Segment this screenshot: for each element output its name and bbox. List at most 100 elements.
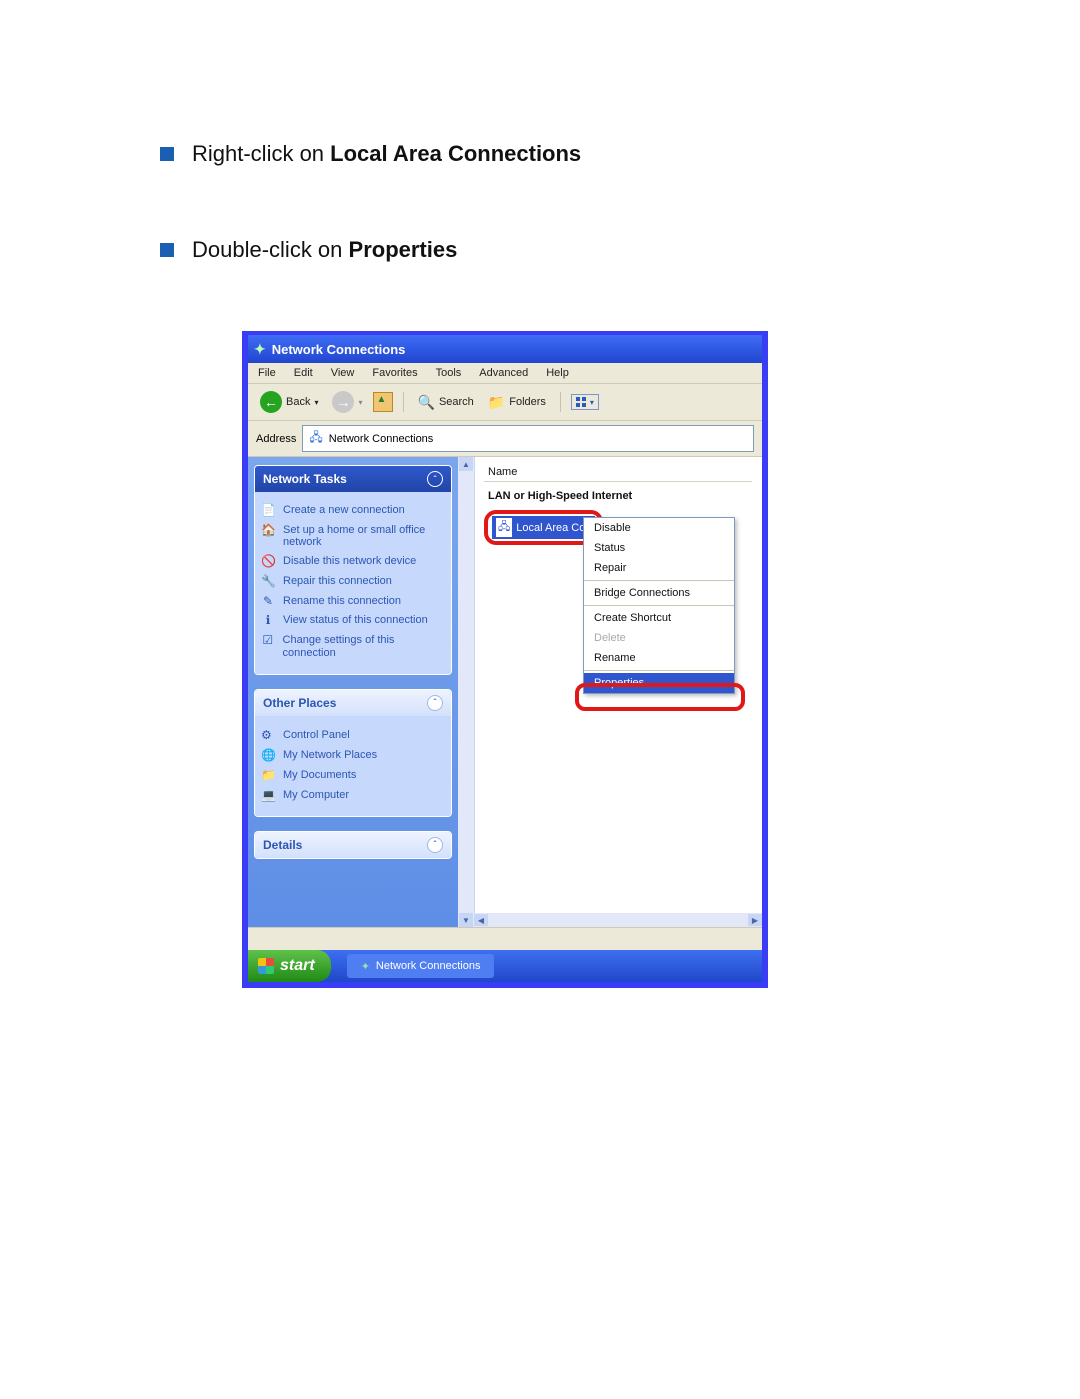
app-icon: ✦ <box>361 960 370 973</box>
sidebar: Network Tasks ˆ 📄Create a new connection… <box>248 457 458 927</box>
window-titlebar[interactable]: ✦ Network Connections <box>248 335 762 363</box>
menu-favorites[interactable]: Favorites <box>372 367 417 379</box>
task-icon: 🔧 <box>261 575 275 589</box>
ctx-rename[interactable]: Rename <box>584 648 734 668</box>
column-header-name[interactable]: Name <box>484 463 752 482</box>
task-icon: ℹ <box>261 614 275 628</box>
ctx-separator <box>584 580 734 581</box>
status-bar <box>248 927 762 950</box>
ctx-status[interactable]: Status <box>584 538 734 558</box>
task-icon: 📄 <box>261 504 275 518</box>
place-icon: 💻 <box>261 788 275 802</box>
scrollbar-horizontal[interactable]: ◀ ▶ <box>474 913 762 927</box>
back-icon: ← <box>260 391 282 413</box>
task-item[interactable]: 🏠Set up a home or small office network <box>261 524 445 549</box>
scroll-down-icon[interactable]: ▼ <box>459 913 473 927</box>
place-icon: ⚙ <box>261 728 275 742</box>
menu-help[interactable]: Help <box>546 367 569 379</box>
ctx-delete: Delete <box>584 628 734 648</box>
collapse-icon[interactable]: ˆ <box>427 471 443 487</box>
menu-bar[interactable]: File Edit View Favorites Tools Advanced … <box>248 363 762 383</box>
task-icon: ☑ <box>261 634 275 648</box>
address-icon: 🖧 <box>309 428 322 449</box>
scrollbar-vertical[interactable]: ▲ ▼ <box>458 457 475 927</box>
panel-other-places: Other Places ˆ ⚙Control Panel 🌐My Networ… <box>254 689 452 817</box>
panel-body-places: ⚙Control Panel 🌐My Network Places 📁My Do… <box>255 716 451 816</box>
task-item[interactable]: ✎Rename this connection <box>261 595 445 609</box>
task-icon: 🏠 <box>261 524 275 538</box>
panel-body-tasks: 📄Create a new connection 🏠Set up a home … <box>255 492 451 674</box>
address-bar: Address 🖧 Network Connections <box>248 421 762 457</box>
search-button[interactable]: 🔍 Search <box>414 392 478 413</box>
menu-tools[interactable]: Tools <box>436 367 462 379</box>
scroll-right-icon[interactable]: ▶ <box>748 914 762 926</box>
scroll-left-icon[interactable]: ◀ <box>474 914 488 926</box>
scroll-up-icon[interactable]: ▲ <box>459 457 473 471</box>
search-icon: 🔍 <box>418 394 435 411</box>
menu-advanced[interactable]: Advanced <box>479 367 528 379</box>
app-icon: ✦ <box>254 341 266 358</box>
dropdown-icon[interactable]: ▾ <box>314 398 318 407</box>
panel-head-tasks[interactable]: Network Tasks ˆ <box>255 466 451 492</box>
ctx-bridge[interactable]: Bridge Connections <box>584 583 734 603</box>
task-item[interactable]: ☑Change settings of this connection <box>261 634 445 659</box>
back-button[interactable]: ← Back ▾ <box>256 389 322 415</box>
content-area: Network Tasks ˆ 📄Create a new connection… <box>248 457 762 927</box>
ctx-separator <box>584 670 734 671</box>
task-icon: 🚫 <box>261 555 275 569</box>
connection-icon: 🖧 <box>496 518 512 537</box>
toolbar: ← Back ▾ → ▾ 🔍 Search 📁 Folders ▾ <box>248 383 762 421</box>
views-button[interactable]: ▾ <box>571 394 599 410</box>
ctx-disable[interactable]: Disable <box>584 518 734 538</box>
folders-button[interactable]: 📁 Folders <box>484 392 550 413</box>
address-value: Network Connections <box>329 433 434 445</box>
context-menu[interactable]: Disable Status Repair Bridge Connections… <box>583 517 735 694</box>
forward-button[interactable]: → ▾ <box>328 389 366 415</box>
task-item[interactable]: 📄Create a new connection <box>261 504 445 518</box>
place-item[interactable]: 💻My Computer <box>261 788 445 802</box>
bullet-icon <box>160 147 174 161</box>
task-item[interactable]: 🚫Disable this network device <box>261 555 445 569</box>
instruction-text: Right-click on Local Area Connections <box>192 140 581 168</box>
panel-head-details[interactable]: Details ˆ <box>255 832 451 858</box>
up-button[interactable] <box>373 392 393 412</box>
group-header: LAN or High-Speed Internet <box>488 490 752 502</box>
place-item[interactable]: ⚙Control Panel <box>261 728 445 742</box>
collapse-icon[interactable]: ˆ <box>427 837 443 853</box>
forward-icon: → <box>332 391 354 413</box>
bullet-icon <box>160 243 174 257</box>
ctx-separator <box>584 605 734 606</box>
main-list: ▲ ▼ Name LAN or High-Speed Internet 🖧 Lo… <box>458 457 762 927</box>
ctx-repair[interactable]: Repair <box>584 558 734 578</box>
menu-file[interactable]: File <box>258 367 276 379</box>
taskbar: start ✦ Network Connections <box>248 950 762 982</box>
instruction-2: Double-click on Properties <box>160 236 940 264</box>
task-item[interactable]: 🔧Repair this connection <box>261 575 445 589</box>
views-icon <box>576 397 586 407</box>
address-label: Address <box>256 433 296 445</box>
task-item[interactable]: ℹView status of this connection <box>261 614 445 628</box>
folders-icon: 📁 <box>488 394 505 411</box>
windows-flag-icon <box>258 958 274 974</box>
dropdown-icon: ▾ <box>590 398 594 407</box>
address-field[interactable]: 🖧 Network Connections <box>302 425 754 452</box>
screenshot-window: ✦ Network Connections File Edit View Fav… <box>242 331 768 988</box>
taskbar-app-tab[interactable]: ✦ Network Connections <box>347 954 495 978</box>
ctx-properties[interactable]: Properties <box>584 673 734 693</box>
task-icon: ✎ <box>261 595 275 609</box>
menu-view[interactable]: View <box>331 367 355 379</box>
place-item[interactable]: 📁My Documents <box>261 768 445 782</box>
start-button[interactable]: start <box>248 950 331 982</box>
instruction-text: Double-click on Properties <box>192 236 457 264</box>
panel-details: Details ˆ <box>254 831 452 859</box>
dropdown-icon[interactable]: ▾ <box>358 398 362 407</box>
panel-network-tasks: Network Tasks ˆ 📄Create a new connection… <box>254 465 452 675</box>
local-area-connection-item[interactable]: 🖧 Local Area Con <box>492 516 595 539</box>
collapse-icon[interactable]: ˆ <box>427 695 443 711</box>
place-icon: 🌐 <box>261 748 275 762</box>
window-title: Network Connections <box>272 342 406 357</box>
menu-edit[interactable]: Edit <box>294 367 313 379</box>
place-item[interactable]: 🌐My Network Places <box>261 748 445 762</box>
ctx-create-shortcut[interactable]: Create Shortcut <box>584 608 734 628</box>
panel-head-places[interactable]: Other Places ˆ <box>255 690 451 716</box>
